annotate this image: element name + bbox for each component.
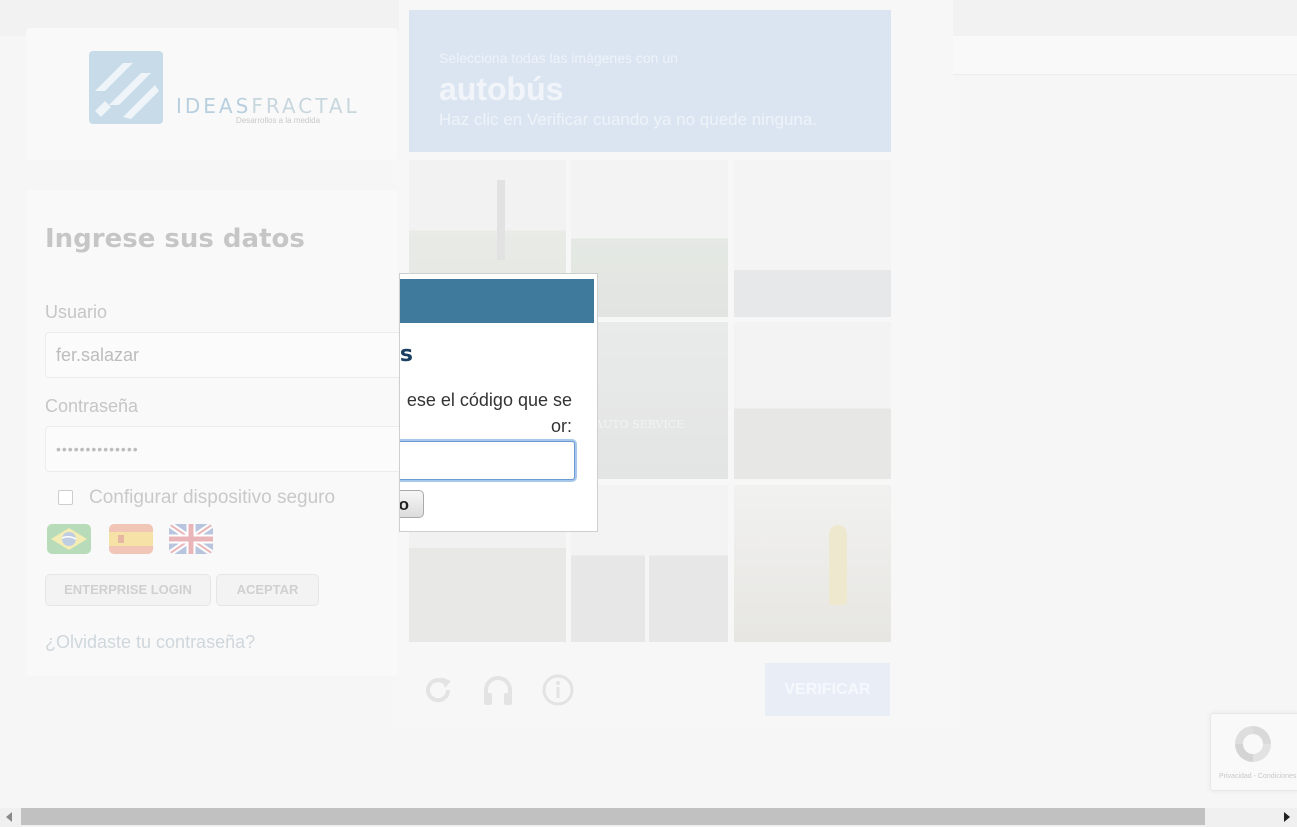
captcha-tile[interactable] xyxy=(734,160,891,317)
ideasfractal-logo-icon xyxy=(89,51,163,124)
headphones-icon[interactable] xyxy=(481,673,515,707)
dialog-instruction-line1: ese el código que se xyxy=(406,390,572,410)
username-input[interactable]: fer.salazar xyxy=(45,332,405,378)
secure-device-checkbox[interactable] xyxy=(58,490,73,505)
login-form: Ingrese sus datos Usuario fer.salazar Co… xyxy=(26,190,405,676)
recaptcha-badge[interactable]: Privacidad - Condiciones xyxy=(1210,713,1297,791)
brazil-flag-icon[interactable] xyxy=(47,524,91,554)
enterprise-login-button[interactable]: ENTERPRISE LOGIN xyxy=(45,574,211,606)
spain-flag-icon[interactable] xyxy=(109,524,153,554)
form-title: Ingrese sus datos xyxy=(45,224,305,254)
captcha-subtitle: Selecciona todas las imágenes con un xyxy=(439,50,678,66)
dialog-instruction: ese el código que se or: xyxy=(400,387,572,439)
captcha-header: Selecciona todas las imágenes con un aut… xyxy=(409,10,891,152)
horizontal-scrollbar[interactable] xyxy=(0,808,1297,827)
captcha-instruction: Haz clic en Verificar cuando ya no quede… xyxy=(439,110,818,129)
tile-sign-text: AUTO SERVICE xyxy=(595,418,685,431)
secure-device-label: Configurar dispositivo seguro xyxy=(89,487,336,508)
forgot-password-link[interactable]: ¿Olvidaste tu contraseña? xyxy=(45,632,255,653)
recaptcha-badge-links[interactable]: Privacidad - Condiciones xyxy=(1219,773,1296,780)
dialog-instruction-line2: or: xyxy=(550,416,572,436)
scroll-left-arrow-icon[interactable] xyxy=(6,812,12,822)
dialog-title-bar xyxy=(400,279,594,323)
security-code-dialog: s ese el código que se or: o xyxy=(399,273,598,532)
accept-button[interactable]: ACEPTAR xyxy=(216,574,319,606)
reload-icon[interactable] xyxy=(421,673,455,707)
security-code-input[interactable] xyxy=(400,439,577,482)
logo-wordmark: IDEASFRACTAL xyxy=(176,94,360,118)
captcha-tile[interactable] xyxy=(734,485,891,642)
uk-flag-icon[interactable] xyxy=(169,524,213,554)
dialog-submit-button[interactable]: o xyxy=(400,490,424,518)
logo-tagline: Desarrollos a la medida xyxy=(236,116,321,125)
verify-button[interactable]: VERIFICAR xyxy=(765,663,890,716)
recaptcha-logo-icon xyxy=(1235,726,1271,762)
captcha-tile[interactable] xyxy=(734,322,891,479)
dialog-title: s xyxy=(399,342,413,367)
scroll-right-arrow-icon[interactable] xyxy=(1284,812,1290,822)
info-icon[interactable] xyxy=(541,673,575,707)
password-label: Contraseña xyxy=(45,396,139,416)
password-input[interactable]: •••••••••••••• xyxy=(45,426,405,472)
captcha-target: autobús xyxy=(439,71,564,107)
scrollbar-thumb[interactable] xyxy=(21,808,1205,825)
username-label: Usuario xyxy=(45,302,108,322)
logo-card: IDEASFRACTAL Desarrollos a la medida xyxy=(26,28,398,160)
